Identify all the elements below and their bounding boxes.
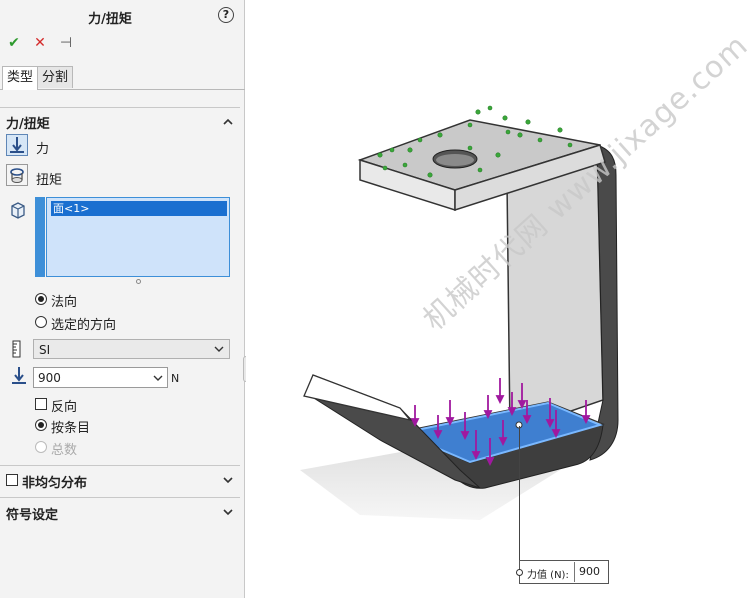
force-unit-label: N	[171, 372, 180, 385]
divider	[0, 465, 240, 466]
force-value-callout[interactable]: 力值 (N): 900	[516, 560, 609, 584]
nonuniform-distribution-checkbox[interactable]	[6, 474, 18, 486]
chevron-down-icon	[214, 346, 224, 352]
face-selection-list[interactable]: 面<1>	[46, 197, 230, 277]
unit-system-dropdown[interactable]: SI	[33, 339, 230, 359]
per-item-radio[interactable]	[35, 419, 47, 431]
pushpin-icon[interactable]: ⊣	[56, 34, 76, 52]
force-option-row[interactable]: 力	[4, 134, 124, 158]
list-item[interactable]: 面<1>	[51, 201, 227, 216]
reverse-direction-label: 反向	[51, 400, 78, 415]
total-label: 总数	[51, 443, 78, 458]
list-resize-handle[interactable]	[136, 279, 141, 284]
tab-type[interactable]: 类型	[2, 66, 39, 90]
total-radio[interactable]	[35, 441, 47, 453]
callout-value: 900	[579, 565, 600, 578]
unit-system-value: SI	[39, 343, 51, 357]
selected-direction-radio[interactable]	[35, 316, 47, 328]
callout-leader-line	[519, 426, 520, 574]
divider	[0, 107, 240, 108]
torque-label: 扭矩	[36, 173, 63, 188]
cancel-x-icon[interactable]: ✕	[30, 34, 50, 52]
selected-direction-label: 选定的方向	[51, 318, 117, 333]
force-value-icon	[12, 367, 26, 384]
divider	[0, 497, 240, 498]
force-icon[interactable]	[6, 134, 28, 156]
units-ruler-icon	[12, 340, 21, 358]
panel-title: 力/扭矩	[88, 12, 132, 27]
callout-label: 力值 (N):	[527, 570, 569, 581]
tab-strip: 类型 分割	[0, 66, 245, 90]
help-icon[interactable]: ?	[218, 7, 234, 23]
torque-option-row[interactable]: 扭矩	[4, 164, 124, 188]
force-torque-section-title: 力/扭矩	[6, 117, 50, 132]
graphics-viewport[interactable]: 机械时代网 www.jixage.com	[246, 0, 754, 598]
callout-anchor-icon	[516, 569, 523, 576]
torque-icon[interactable]	[6, 164, 28, 186]
chevron-down-icon[interactable]	[222, 474, 234, 486]
selection-active-bar	[35, 197, 45, 277]
force-value-input[interactable]: 900	[33, 367, 168, 388]
ok-check-icon[interactable]: ✔	[4, 34, 24, 52]
face-selection-icon	[11, 202, 25, 219]
callout-value-field[interactable]: 900	[574, 562, 609, 582]
tab-split[interactable]: 分割	[37, 66, 74, 88]
per-item-label: 按条目	[51, 421, 91, 436]
property-manager-panel: 力/扭矩 ? ✔ ✕ ⊣ 类型 分割 力/扭矩 力 扭矩 面<1> 法向 选定的…	[0, 0, 245, 598]
chevron-down-icon[interactable]	[222, 506, 234, 518]
normal-direction-radio[interactable]	[35, 293, 47, 305]
normal-direction-label: 法向	[51, 295, 78, 310]
force-label: 力	[36, 142, 50, 157]
symbol-settings-title: 符号设定	[6, 508, 59, 523]
chevron-up-icon[interactable]	[222, 116, 234, 128]
panel-header: 力/扭矩 ?	[0, 0, 245, 30]
force-value-text: 900	[38, 371, 61, 385]
reverse-direction-checkbox[interactable]	[35, 398, 47, 410]
chevron-down-icon[interactable]	[153, 374, 163, 382]
nonuniform-distribution-label: 非均匀分布	[22, 476, 88, 491]
